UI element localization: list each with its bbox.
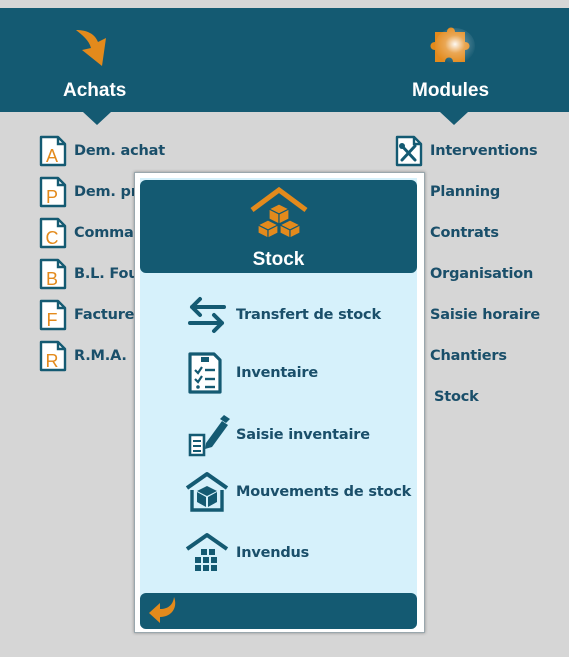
edit-inventory-icon bbox=[188, 415, 230, 457]
back-arrow-icon[interactable] bbox=[146, 595, 180, 625]
stock-movement-icon bbox=[185, 472, 229, 512]
list-label: Factures bbox=[74, 306, 143, 323]
list-label: R.M.A. bbox=[74, 347, 127, 364]
list-label: Contrats bbox=[430, 224, 499, 241]
arrow-down-right-icon bbox=[76, 30, 106, 66]
top-strip bbox=[0, 0, 569, 8]
popup-item-saisie-inventaire[interactable]: Saisie inventaire bbox=[184, 413, 370, 457]
header-bar: Achats Modules bbox=[0, 8, 569, 112]
list-label: Dem. pr bbox=[74, 183, 138, 200]
popup-header: Stock bbox=[140, 180, 417, 273]
list-label: Interventions bbox=[430, 142, 538, 159]
tools-document-icon bbox=[395, 135, 423, 166]
unsold-boxes-icon bbox=[185, 533, 229, 571]
popup-title: Stock bbox=[252, 249, 305, 270]
popup-item-label: Inventaire bbox=[236, 365, 318, 381]
popup-item-invendus[interactable]: Invendus bbox=[184, 531, 309, 575]
svg-text:F: F bbox=[47, 310, 58, 330]
svg-text:C: C bbox=[46, 228, 59, 248]
list-label: Chantiers bbox=[430, 347, 507, 364]
modules-item-interventions[interactable]: Interventions bbox=[394, 130, 540, 171]
document-r-icon: R bbox=[39, 340, 67, 371]
svg-text:B: B bbox=[46, 269, 58, 289]
svg-text:R: R bbox=[46, 351, 59, 371]
achats-title: Achats bbox=[63, 80, 127, 101]
inventory-list-icon bbox=[188, 352, 222, 394]
svg-text:A: A bbox=[46, 146, 58, 166]
document-a-icon: A bbox=[39, 135, 67, 166]
document-c-icon: C bbox=[39, 217, 67, 248]
puzzle-icon bbox=[430, 27, 475, 64]
svg-text:P: P bbox=[46, 187, 58, 207]
stock-popup: Stock Transfert de stock Inventaire Sais… bbox=[134, 172, 425, 633]
popup-footer bbox=[140, 593, 417, 629]
popup-item-label: Invendus bbox=[236, 545, 310, 561]
popup-body: Stock Transfert de stock Inventaire Sais… bbox=[140, 178, 417, 629]
list-label: Commar bbox=[74, 224, 141, 241]
achats-item-dem-achat[interactable]: A Dem. achat bbox=[38, 130, 165, 171]
list-label: Dem. achat bbox=[74, 142, 165, 159]
popup-item-label: Transfert de stock bbox=[236, 307, 381, 323]
list-label: Planning bbox=[430, 183, 501, 200]
popup-item-mouvements[interactable]: Mouvements de stock bbox=[184, 470, 411, 514]
document-p-icon: P bbox=[39, 176, 67, 207]
document-f-icon: F bbox=[39, 299, 67, 330]
list-label: Organisation bbox=[430, 265, 534, 282]
warehouse-boxes-icon bbox=[250, 186, 308, 239]
popup-item-transfert[interactable]: Transfert de stock bbox=[184, 293, 381, 337]
transfer-arrows-icon bbox=[188, 297, 226, 333]
popup-item-label: Saisie inventaire bbox=[236, 427, 370, 443]
modules-notch bbox=[440, 112, 468, 125]
document-b-icon: B bbox=[39, 258, 67, 289]
popup-item-inventaire[interactable]: Inventaire bbox=[184, 351, 318, 395]
modules-title: Modules bbox=[412, 80, 490, 101]
achats-notch bbox=[83, 112, 111, 125]
popup-item-label: Mouvements de stock bbox=[236, 484, 412, 500]
list-label: Saisie horaire bbox=[430, 306, 541, 323]
list-label: Stock bbox=[434, 388, 479, 405]
